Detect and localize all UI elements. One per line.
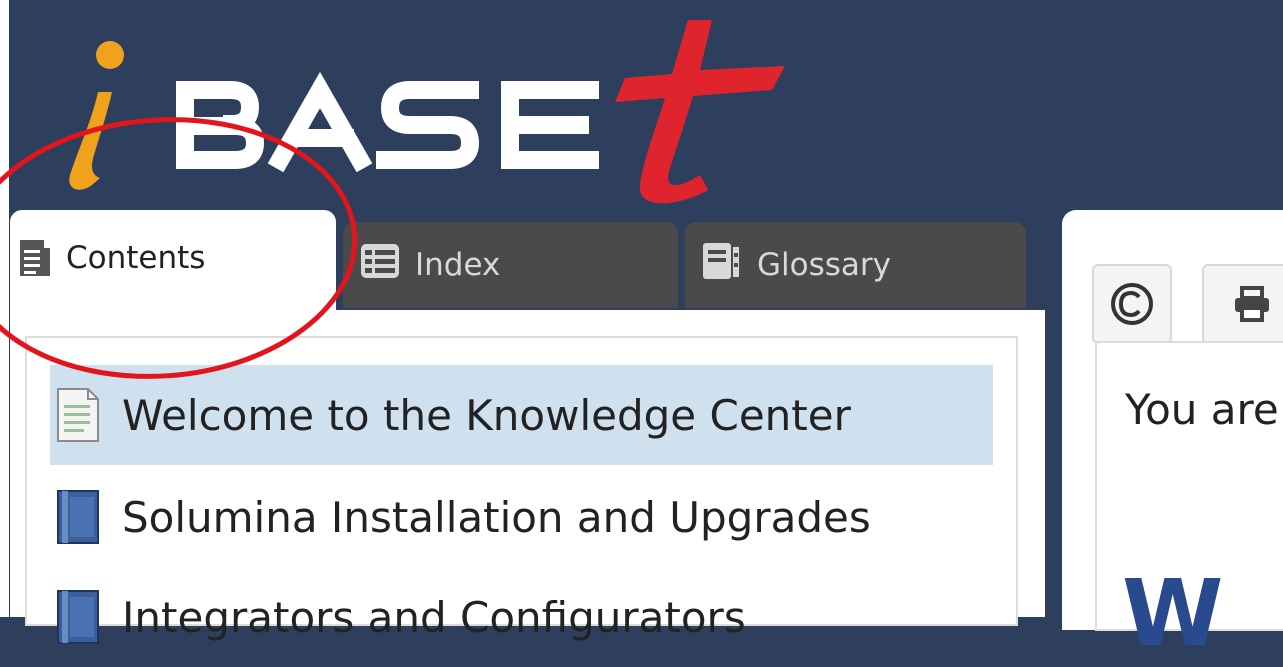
tab-glossary-label: Glossary bbox=[757, 247, 891, 283]
toc-item-label: Integrators and Configurators bbox=[122, 592, 746, 642]
tab-contents[interactable]: Contents bbox=[10, 210, 336, 320]
tab-index-label: Index bbox=[415, 247, 501, 283]
topic-heading: W bbox=[1122, 560, 1224, 667]
page-icon bbox=[57, 388, 99, 442]
toc-item-integrators[interactable]: Integrators and Configurators bbox=[50, 567, 993, 667]
glossary-icon bbox=[703, 243, 741, 287]
book-icon bbox=[57, 590, 99, 644]
toc-item-label: Welcome to the Knowledge Center bbox=[122, 390, 851, 440]
tab-index[interactable]: Index bbox=[343, 222, 678, 308]
print-button[interactable] bbox=[1202, 264, 1283, 344]
tab-contents-label: Contents bbox=[66, 240, 206, 276]
tab-glossary[interactable]: Glossary bbox=[685, 222, 1026, 308]
toc-item-label: Solumina Installation and Upgrades bbox=[122, 492, 871, 542]
book-icon bbox=[57, 490, 99, 544]
print-icon bbox=[1235, 286, 1269, 322]
toc-item-solumina-installation[interactable]: Solumina Installation and Upgrades bbox=[50, 467, 993, 567]
contents-icon bbox=[20, 240, 50, 284]
toc-item-welcome[interactable]: Welcome to the Knowledge Center bbox=[50, 365, 993, 465]
topic-intro-text: You are bbox=[1125, 385, 1279, 434]
ibaset-logo bbox=[69, 20, 785, 204]
list-icon bbox=[361, 244, 399, 286]
copyright-icon bbox=[1111, 283, 1153, 325]
copyright-button[interactable] bbox=[1092, 264, 1172, 344]
